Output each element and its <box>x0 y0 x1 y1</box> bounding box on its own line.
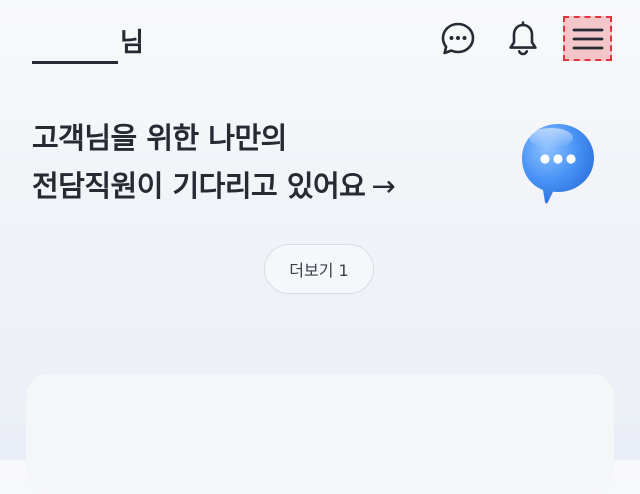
arrow-right-icon: → <box>371 169 396 203</box>
notification-button[interactable] <box>503 19 543 59</box>
dedicated-staff-banner[interactable]: 고객님을 위한 나만의 전담직원이 기다리고 있어요 → <box>32 114 396 210</box>
menu-button[interactable] <box>563 16 612 61</box>
customer-greeting: 님 <box>32 22 144 64</box>
content-card <box>26 374 614 494</box>
customer-name-blank <box>32 61 118 64</box>
headline-line-2: 전담직원이 기다리고 있어요 → <box>32 162 396 210</box>
more-button[interactable]: 더보기 1 <box>264 244 374 294</box>
bell-icon <box>509 21 537 56</box>
header: 님 <box>0 0 640 80</box>
headline-line-1: 고객님을 위한 나만의 <box>32 121 287 155</box>
chat-bubble-3d-icon <box>518 118 600 208</box>
greeting-suffix: 님 <box>120 28 144 58</box>
headline-line-2-text: 전담직원이 기다리고 있어요 <box>32 169 366 203</box>
hamburger-menu-icon <box>572 28 603 49</box>
chat-bubble-icon <box>441 22 475 55</box>
chat-button[interactable] <box>438 19 478 59</box>
